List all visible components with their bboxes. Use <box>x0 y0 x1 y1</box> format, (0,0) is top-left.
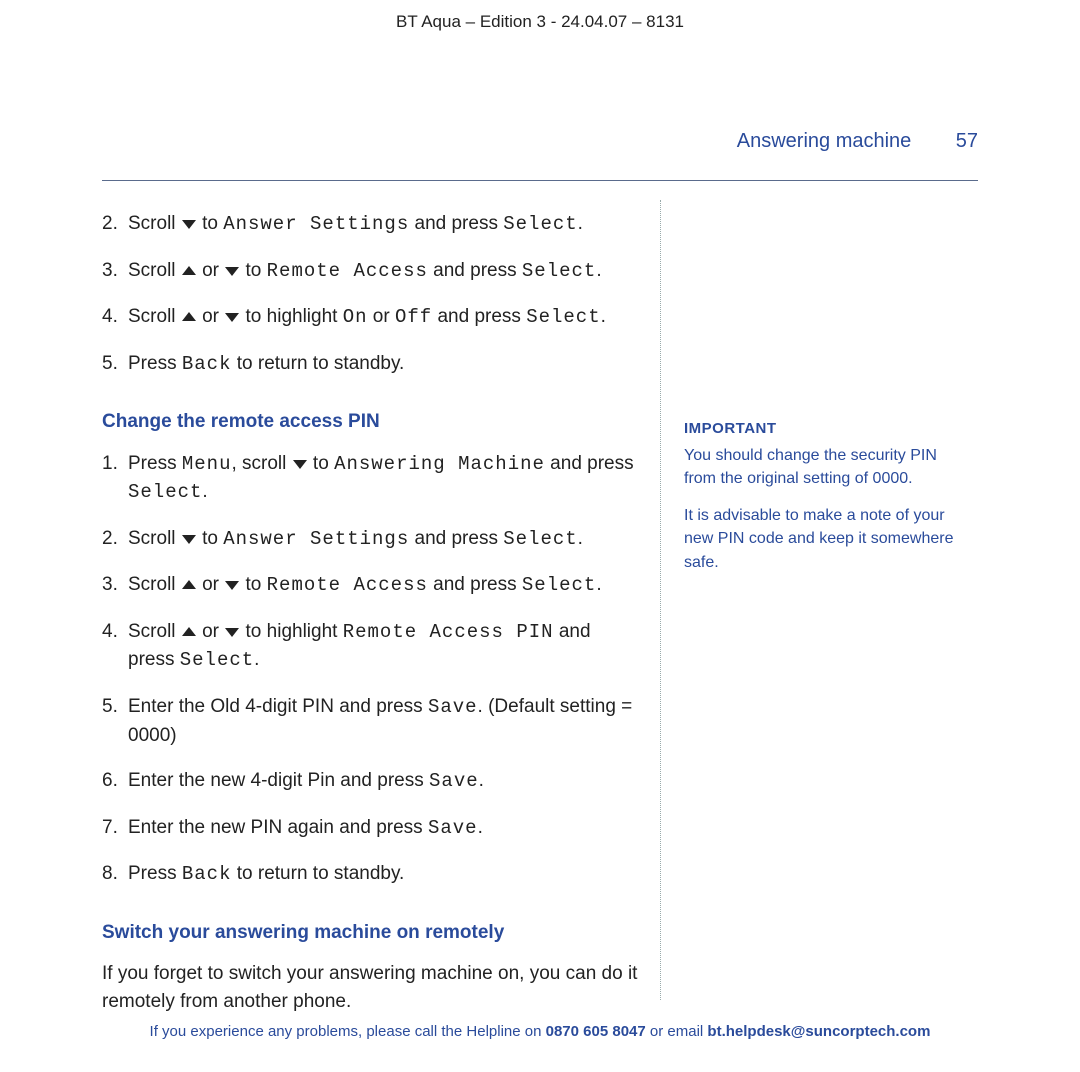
lcd-text: Select <box>503 528 577 550</box>
step-number: 2. <box>102 525 128 554</box>
footer-mid: or email <box>646 1023 708 1040</box>
column-divider <box>660 200 661 1000</box>
lcd-text: Answer Settings <box>223 528 409 550</box>
step-number: 3. <box>102 257 128 286</box>
step-text: Scroll or to Remote Access and press Sel… <box>128 257 642 286</box>
instruction-step: 5.Enter the Old 4-digit PIN and press Sa… <box>102 693 642 749</box>
step-text: Press Menu, scroll to Answering Machine … <box>128 450 642 507</box>
heading-change-pin: Change the remote access PIN <box>102 408 642 436</box>
important-label: IMPORTANT <box>684 418 964 440</box>
arrow-up-icon <box>181 624 197 640</box>
instruction-list-a: 2.Scroll to Answer Settings and press Se… <box>102 210 642 378</box>
lcd-text: Answer Settings <box>223 213 409 235</box>
footer-phone: 0870 605 8047 <box>546 1023 646 1040</box>
lcd-text: Save <box>428 696 478 718</box>
lcd-text: Back <box>182 353 232 375</box>
lcd-text: Remote Access PIN <box>343 621 554 643</box>
lcd-text: Select <box>522 574 596 596</box>
step-text: Scroll to Answer Settings and press Sele… <box>128 525 642 554</box>
side-note-2: It is advisable to make a note of your n… <box>684 504 964 574</box>
lcd-text: Answering Machine <box>334 453 545 475</box>
lcd-text: Menu <box>182 453 232 475</box>
section-title: Answering machine <box>737 130 912 153</box>
arrow-up-icon <box>181 577 197 593</box>
footer-pre: If you experience any problems, please c… <box>150 1023 546 1040</box>
step-text: Enter the new PIN again and press Save. <box>128 814 642 843</box>
step-number: 3. <box>102 571 128 600</box>
lcd-text: Back <box>182 863 232 885</box>
page-number: 57 <box>956 130 978 153</box>
intro-switch-remote: If you forget to switch your answering m… <box>102 960 642 1015</box>
lcd-text: Select <box>526 306 600 328</box>
doc-header: BT Aqua – Edition 3 - 24.04.07 – 8131 <box>0 0 1080 32</box>
arrow-down-icon <box>292 456 308 472</box>
step-number: 2. <box>102 210 128 239</box>
arrow-down-icon <box>181 531 197 547</box>
step-number: 4. <box>102 618 128 675</box>
step-text: Scroll or to Remote Access and press Sel… <box>128 571 642 600</box>
step-number: 8. <box>102 860 128 889</box>
side-column: IMPORTANT You should change the security… <box>684 418 964 588</box>
step-text: Press Back to return to standby. <box>128 350 642 379</box>
step-number: 6. <box>102 767 128 796</box>
step-number: 1. <box>102 450 128 507</box>
side-note-1: You should change the security PIN from … <box>684 444 964 490</box>
instruction-step: 2.Scroll to Answer Settings and press Se… <box>102 525 642 554</box>
arrow-down-icon <box>224 577 240 593</box>
arrow-down-icon <box>224 624 240 640</box>
lcd-text: Select <box>128 481 202 503</box>
instruction-step: 2.Scroll to Answer Settings and press Se… <box>102 210 642 239</box>
step-number: 5. <box>102 350 128 379</box>
step-number: 5. <box>102 693 128 749</box>
lcd-text: Save <box>429 770 479 792</box>
step-text: Enter the Old 4-digit PIN and press Save… <box>128 693 642 749</box>
lcd-text: Save <box>428 817 478 839</box>
step-text: Enter the new 4-digit Pin and press Save… <box>128 767 642 796</box>
step-text: Scroll or to highlight On or Off and pre… <box>128 303 642 332</box>
instruction-step: 3.Scroll or to Remote Access and press S… <box>102 571 642 600</box>
arrow-down-icon <box>224 263 240 279</box>
arrow-up-icon <box>181 263 197 279</box>
instruction-step: 5.Press Back to return to standby. <box>102 350 642 379</box>
step-number: 4. <box>102 303 128 332</box>
lcd-text: Select <box>503 213 577 235</box>
step-text: Scroll to Answer Settings and press Sele… <box>128 210 642 239</box>
arrow-up-icon <box>181 309 197 325</box>
lcd-text: Select <box>180 649 254 671</box>
instruction-list-b: 1.Press Menu, scroll to Answering Machin… <box>102 450 642 889</box>
page-header: Answering machine 57 <box>737 130 978 153</box>
lcd-text: Remote Access <box>267 574 428 596</box>
instruction-step: 3.Scroll or to Remote Access and press S… <box>102 257 642 286</box>
header-rule <box>102 180 978 181</box>
step-text: Scroll or to highlight Remote Access PIN… <box>128 618 642 675</box>
lcd-text: Remote Access <box>267 260 428 282</box>
lcd-text: Select <box>522 260 596 282</box>
step-text: Press Back to return to standby. <box>128 860 642 889</box>
instruction-step: 1.Press Menu, scroll to Answering Machin… <box>102 450 642 507</box>
page-footer: If you experience any problems, please c… <box>0 1023 1080 1040</box>
arrow-down-icon <box>224 309 240 325</box>
instruction-step: 4.Scroll or to highlight Remote Access P… <box>102 618 642 675</box>
footer-email: bt.helpdesk@suncorptech.com <box>707 1023 930 1040</box>
lcd-text: On <box>343 306 368 328</box>
instruction-step: 4.Scroll or to highlight On or Off and p… <box>102 303 642 332</box>
instruction-step: 8.Press Back to return to standby. <box>102 860 642 889</box>
heading-switch-remote: Switch your answering machine on remotel… <box>102 919 642 947</box>
arrow-down-icon <box>181 216 197 232</box>
instruction-step: 7.Enter the new PIN again and press Save… <box>102 814 642 843</box>
lcd-text: Off <box>395 306 432 328</box>
step-number: 7. <box>102 814 128 843</box>
instruction-step: 6.Enter the new 4-digit Pin and press Sa… <box>102 767 642 796</box>
main-column: 2.Scroll to Answer Settings and press Se… <box>102 210 642 1033</box>
